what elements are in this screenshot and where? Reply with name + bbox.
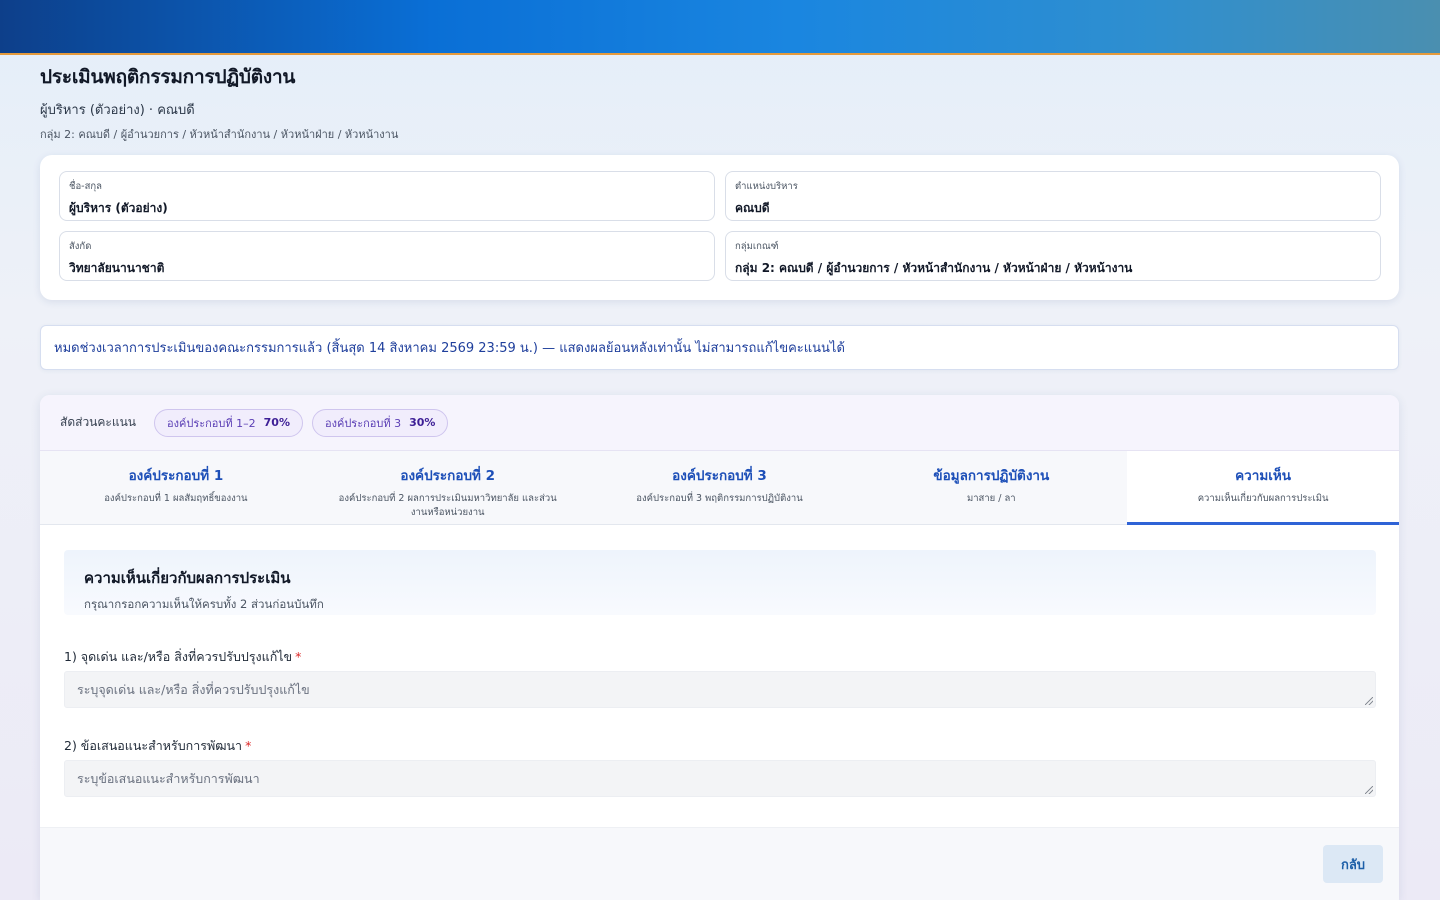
- back-button[interactable]: กลับ: [1323, 845, 1383, 883]
- tab-description: ความเห็นเกี่ยวกับผลการประเมิน: [1197, 493, 1329, 504]
- comments-panel-header: ความเห็นเกี่ยวกับผลการประเมิน กรุณากรอกค…: [64, 550, 1376, 615]
- top-banner: [0, 0, 1440, 55]
- tab-component-3[interactable]: องค์ประกอบที่ 3 องค์ประกอบที่ 3 พฤติกรรม…: [584, 451, 856, 524]
- development-suggestions-textarea[interactable]: ระบุข้อเสนอแนะสำหรับการพัฒนา: [64, 760, 1376, 797]
- card-footer: กลับ: [40, 827, 1399, 900]
- criteria-group-label: กลุ่มเกณฑ์: [735, 241, 779, 252]
- resize-grip-icon[interactable]: [1365, 786, 1373, 794]
- position-label: ตำแหน่งบริหาร: [735, 181, 798, 192]
- ratio-chip-component-3: องค์ประกอบที่ 3 30%: [311, 408, 449, 437]
- page-title: ประเมินพฤติกรรมการปฏิบัติงาน: [40, 66, 296, 88]
- tab-description: องค์ประกอบที่ 2 ผลการประเมินมหาวิทยาลัย …: [338, 493, 557, 518]
- affiliation-value: วิทยาลัยนานาชาติ: [69, 261, 165, 275]
- question-1-text: 1) จุดเด่น และ/หรือ สิ่งที่ควรปรับปรุงแก…: [64, 649, 293, 664]
- tab-description: องค์ประกอบที่ 1 ผลสัมฤทธิ์ของงาน: [104, 493, 248, 504]
- required-mark: *: [295, 649, 302, 664]
- question-2-label: 2) ข้อเสนอแนะสำหรับการพัฒนา *: [64, 736, 251, 756]
- tab-description: มาสาย / ลา: [966, 493, 1016, 504]
- question-2-text: 2) ข้อเสนอแนะสำหรับการพัฒนา: [64, 738, 243, 753]
- tab-work-data[interactable]: ข้อมูลการปฏิบัติงาน มาสาย / ลา: [855, 451, 1127, 524]
- textarea-placeholder: ระบุข้อเสนอแนะสำหรับการพัฒนา: [77, 770, 260, 786]
- section-tabs: องค์ประกอบที่ 1 องค์ประกอบที่ 1 ผลสัมฤทธ…: [40, 451, 1399, 525]
- tab-title: ข้อมูลการปฏิบัติงาน: [933, 468, 1050, 484]
- ratio-chip-components-1-2: องค์ประกอบที่ 1–2 70%: [154, 408, 303, 437]
- alert-text: หมดช่วงเวลาการประเมินของคณะกรรมการแล้ว (…: [54, 341, 845, 356]
- ratio-chip-label: องค์ประกอบที่ 3: [324, 416, 402, 430]
- position-field: ตำแหน่งบริหาร คณบดี: [725, 171, 1381, 221]
- ratio-chip-label: องค์ประกอบที่ 1–2: [167, 416, 256, 430]
- position-value: คณบดี: [735, 201, 770, 215]
- page-group-line: กลุ่ม 2: คณบดี / ผู้อำนวยการ / หัวหน้าสำ…: [40, 128, 399, 141]
- comments-panel-title: ความเห็นเกี่ยวกับผลการประเมิน: [84, 569, 291, 587]
- criteria-group-field: กลุ่มเกณฑ์ กลุ่ม 2: คณบดี / ผู้อำนวยการ …: [725, 231, 1381, 281]
- name-field: ชื่อ-สกุล ผู้บริหาร (ตัวอย่าง): [59, 171, 715, 221]
- score-ratio-label: สัดส่วนคะแนน: [60, 415, 136, 429]
- tab-component-2[interactable]: องค์ประกอบที่ 2 องค์ประกอบที่ 2 ผลการประ…: [312, 451, 584, 524]
- score-ratio-bar: สัดส่วนคะแนน องค์ประกอบที่ 1–2 70% องค์ป…: [40, 395, 1399, 451]
- tab-title: องค์ประกอบที่ 3: [672, 468, 767, 484]
- required-mark: *: [245, 738, 252, 753]
- criteria-group-value: กลุ่ม 2: คณบดี / ผู้อำนวยการ / หัวหน้าสำ…: [735, 261, 1133, 275]
- tab-title: องค์ประกอบที่ 1: [128, 468, 224, 484]
- ratio-chip-percent: 70%: [263, 416, 290, 429]
- affiliation-label: สังกัด: [69, 241, 92, 252]
- affiliation-field: สังกัด วิทยาลัยนานาชาติ: [59, 231, 715, 281]
- evaluation-card: สัดส่วนคะแนน องค์ประกอบที่ 1–2 70% องค์ป…: [40, 395, 1399, 900]
- ratio-chip-percent: 30%: [409, 416, 436, 429]
- tab-title: องค์ประกอบที่ 2: [400, 468, 496, 484]
- question-1-label: 1) จุดเด่น และ/หรือ สิ่งที่ควรปรับปรุงแก…: [64, 647, 301, 667]
- page-header: ประเมินพฤติกรรมการปฏิบัติงาน ผู้บริหาร (…: [40, 62, 1400, 143]
- comments-panel: ความเห็นเกี่ยวกับผลการประเมิน กรุณากรอกค…: [64, 550, 1376, 797]
- name-label: ชื่อ-สกุล: [69, 181, 102, 192]
- tab-component-1[interactable]: องค์ประกอบที่ 1 องค์ประกอบที่ 1 ผลสัมฤทธ…: [40, 451, 312, 524]
- name-value: ผู้บริหาร (ตัวอย่าง): [69, 201, 168, 215]
- tab-description: องค์ประกอบที่ 3 พฤติกรรมการปฏิบัติงาน: [636, 493, 803, 504]
- tab-title: ความเห็น: [1235, 468, 1291, 484]
- evaluatee-info-card: ชื่อ-สกุล ผู้บริหาร (ตัวอย่าง) ตำแหน่งบร…: [40, 155, 1399, 300]
- strengths-improvements-textarea[interactable]: ระบุจุดเด่น และ/หรือ สิ่งที่ควรปรับปรุงแ…: [64, 671, 1376, 708]
- comments-panel-subtitle: กรุณากรอกความเห็นให้ครบทั้ง 2 ส่วนก่อนบั…: [84, 597, 324, 611]
- tab-comments[interactable]: ความเห็น ความเห็นเกี่ยวกับผลการประเมิน: [1127, 451, 1399, 525]
- evaluation-closed-alert: หมดช่วงเวลาการประเมินของคณะกรรมการแล้ว (…: [40, 325, 1399, 370]
- textarea-placeholder: ระบุจุดเด่น และ/หรือ สิ่งที่ควรปรับปรุงแ…: [77, 681, 310, 697]
- resize-grip-icon[interactable]: [1365, 697, 1373, 705]
- page-subtitle: ผู้บริหาร (ตัวอย่าง) · คณบดี: [40, 103, 195, 118]
